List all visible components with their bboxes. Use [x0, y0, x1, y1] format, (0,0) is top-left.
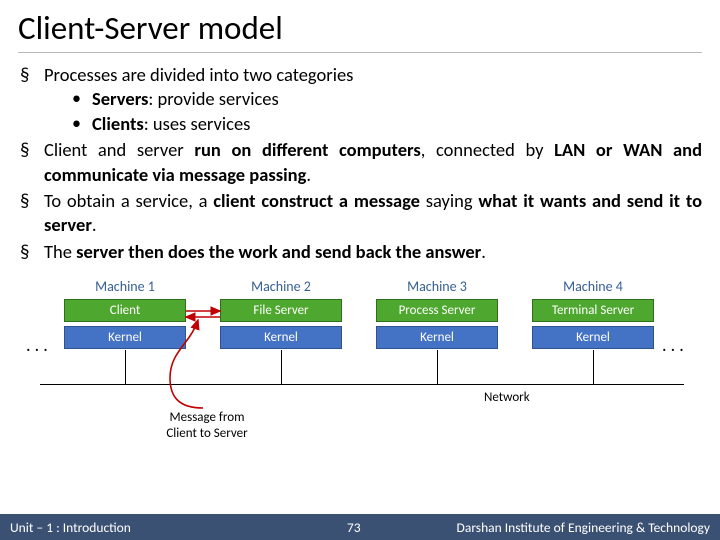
- machine-1-label: Machine 1: [64, 278, 186, 295]
- servers-label: Servers: [92, 87, 148, 110]
- machine-2-label: Machine 2: [220, 278, 342, 295]
- stem-2: [281, 350, 282, 384]
- clients-label: Clients: [92, 112, 144, 135]
- stem-3: [437, 350, 438, 384]
- footer-institute: Darshan Institute of Engineering & Techn…: [457, 519, 720, 536]
- slide-title: Client-Server model: [18, 8, 702, 53]
- message-label: Message from Client to Server: [152, 410, 262, 441]
- bullet-4: The server then does the work and send b…: [40, 240, 702, 264]
- b2-mid: , connected by: [421, 138, 554, 161]
- footer-page: 73: [131, 519, 457, 536]
- machine-3-label: Machine 3: [376, 278, 498, 295]
- b2-bold1: run on different computers: [194, 138, 420, 161]
- b2-pre: Client and server: [44, 138, 194, 161]
- b2-post: .: [306, 163, 311, 186]
- file-server-box: File Server: [220, 299, 342, 322]
- network-line: [40, 384, 684, 385]
- b3-post: .: [92, 213, 97, 236]
- client-box: Client: [64, 299, 186, 322]
- b4-bold: server then does the work and send back …: [76, 240, 481, 263]
- bullet-1: Processes are divided into two categorie…: [40, 63, 702, 136]
- kernel-box-4: Kernel: [532, 326, 654, 349]
- b3-bold1: client construct a message: [213, 189, 420, 212]
- sub-bullet-list: Servers: provide services Clients: uses …: [44, 87, 702, 136]
- dots-right: . . .: [662, 336, 684, 354]
- b3-mid: saying: [420, 189, 478, 212]
- bullet-3: To obtain a service, a client construct …: [40, 189, 702, 238]
- sub-bullet-servers: Servers: provide services: [88, 87, 702, 111]
- machine-4: Machine 4 Terminal Server Kernel: [532, 278, 654, 349]
- footer-unit: Unit – 1 : Introduction: [0, 519, 131, 536]
- stem-4: [593, 350, 594, 384]
- b3-pre: To obtain a service, a: [44, 189, 213, 212]
- message-label-l1: Message from: [170, 410, 245, 425]
- bullet-list: Processes are divided into two categorie…: [18, 63, 702, 264]
- clients-rest: : uses services: [144, 112, 251, 135]
- slide: Client-Server model Processes are divide…: [0, 0, 720, 540]
- machine-1: Machine 1 Client Kernel: [64, 278, 186, 349]
- machine-2: Machine 2 File Server Kernel: [220, 278, 342, 349]
- machine-3: Machine 3 Process Server Kernel: [376, 278, 498, 349]
- message-label-l2: Client to Server: [166, 426, 247, 441]
- servers-rest: : provide services: [148, 87, 278, 110]
- machine-4-label: Machine 4: [532, 278, 654, 295]
- footer-bar: Unit – 1 : Introduction 73 Darshan Insti…: [0, 514, 720, 540]
- b4-pre: The: [44, 240, 76, 263]
- bullet-1-text: Processes are divided into two categorie…: [44, 63, 353, 86]
- sub-bullet-clients: Clients: uses services: [88, 112, 702, 136]
- kernel-box-2: Kernel: [220, 326, 342, 349]
- b4-post: .: [481, 240, 486, 263]
- dots-left: . . .: [26, 336, 48, 354]
- stem-1: [125, 350, 126, 384]
- process-server-box: Process Server: [376, 299, 498, 322]
- bullet-2: Client and server run on different compu…: [40, 138, 702, 187]
- diagram: . . . Machine 1 Client Kernel Machine 2 …: [30, 278, 698, 458]
- kernel-box-1: Kernel: [64, 326, 186, 349]
- kernel-box-3: Kernel: [376, 326, 498, 349]
- network-label: Network: [484, 390, 530, 405]
- terminal-server-box: Terminal Server: [532, 299, 654, 322]
